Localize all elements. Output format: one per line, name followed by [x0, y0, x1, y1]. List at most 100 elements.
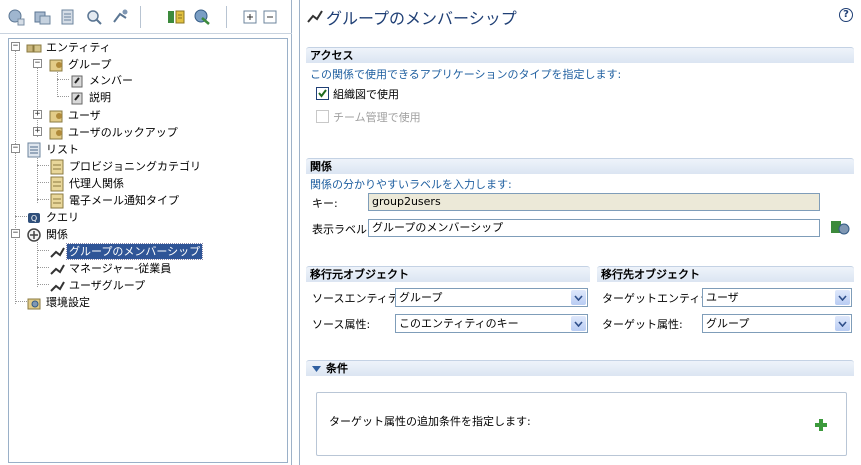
collapse-toggle[interactable]: − [11, 144, 20, 153]
translate-icon[interactable] [830, 219, 850, 237]
target-section-header: 移行先オブジェクト [597, 266, 854, 282]
tree-line [37, 165, 49, 166]
tree-line [37, 237, 38, 287]
tree-item-query[interactable]: クエリ [44, 210, 81, 225]
collapse-all-icon[interactable] [260, 7, 280, 27]
collapse-toggle[interactable]: − [11, 229, 20, 238]
tree-line [37, 153, 38, 203]
relation-icon [307, 10, 323, 23]
source-attribute-select[interactable]: このエンティティのキー [395, 314, 588, 333]
target-entity-value: ユーザ [706, 291, 739, 304]
tree-item-user[interactable]: ユーザ [66, 108, 103, 123]
org-chart-checkbox[interactable] [316, 87, 329, 100]
new-relation-icon[interactable] [110, 7, 130, 27]
new-query-icon[interactable] [84, 7, 104, 27]
navigation-tree[interactable]: − エンティティ − グループ メンバー 説明 + ユーザ + ユーザのルックア… [8, 38, 288, 463]
collapse-toggle[interactable]: − [11, 42, 20, 51]
tree-item-delegate-relation[interactable]: 代理人関係 [67, 176, 126, 191]
tree-item-user-group[interactable]: ユーザグループ [67, 278, 147, 293]
source-attribute-value: このエンティティのキー [399, 317, 519, 330]
relation-section-header: 関係 [306, 158, 854, 174]
relation-icon [50, 247, 65, 258]
entities-folder-icon [26, 44, 42, 53]
tree-line [15, 51, 16, 304]
list-item-icon [50, 159, 64, 175]
expand-toggle[interactable]: + [33, 110, 42, 119]
tree-line [37, 267, 49, 268]
toolbar-separator [140, 6, 141, 28]
tree-line [37, 199, 49, 200]
tree-item-environment-settings[interactable]: 環境設定 [44, 295, 92, 310]
tree-item-email-notification-type[interactable]: 電子メール通知タイプ [67, 193, 181, 208]
new-entity-icon[interactable] [6, 7, 26, 27]
team-management-checkbox[interactable] [316, 110, 329, 123]
triangle-down-icon[interactable] [312, 366, 321, 373]
target-attribute-select[interactable]: グループ [702, 314, 852, 333]
help-icon[interactable]: ? [839, 8, 853, 22]
chevron-down-icon[interactable] [571, 290, 586, 305]
add-condition-icon[interactable] [814, 418, 828, 432]
collapse-toggle[interactable]: − [33, 59, 42, 68]
new-list-icon[interactable] [58, 7, 78, 27]
tree-item-relations[interactable]: 関係 [44, 227, 70, 242]
relation-description: 関係の分かりやすいラベルを入力します: [310, 178, 512, 191]
source-section-header: 移行元オブジェクト [306, 266, 590, 282]
conditions-box: ターゲット属性の追加条件を指定します: [316, 392, 847, 456]
conditions-section-header[interactable]: 条件 [306, 360, 854, 376]
attribute-icon [71, 92, 83, 105]
conditions-title: 条件 [326, 362, 348, 375]
relations-icon [27, 228, 41, 242]
target-attribute-value: グループ [706, 317, 750, 330]
tree-item-group[interactable]: グループ [66, 57, 113, 72]
tree-item-group-membership[interactable]: グループのメンバーシップ [65, 243, 204, 260]
source-entity-value: グループ [399, 291, 443, 304]
detail-panel: グループのメンバーシップ ? アクセス この関係で使用できるアプリケーションのタ… [299, 0, 861, 465]
key-field: group2users [368, 193, 820, 211]
left-panel: − エンティティ − グループ メンバー 説明 + ユーザ + ユーザのルックア… [0, 0, 292, 465]
page-title: グループのメンバーシップ [326, 9, 517, 28]
chevron-down-icon[interactable] [835, 290, 850, 305]
access-section-header: アクセス [306, 47, 854, 63]
export-icon[interactable] [192, 7, 212, 27]
tree-item-provisioning-category[interactable]: プロビジョニングカテゴリ [67, 159, 203, 174]
source-entity-select[interactable]: グループ [395, 288, 588, 307]
org-chart-label[interactable]: 組織図で使用 [333, 86, 399, 102]
expand-toggle[interactable]: + [33, 127, 42, 136]
tree-item-member[interactable]: メンバー [87, 73, 135, 88]
tree-line [57, 79, 69, 80]
toolbar [0, 0, 292, 34]
user-lookup-entity-icon [49, 127, 63, 140]
chevron-down-icon[interactable] [571, 316, 586, 331]
new-group-icon[interactable] [32, 7, 52, 27]
target-entity-select[interactable]: ユーザ [702, 288, 852, 307]
display-label-input[interactable]: グループのメンバーシップ [368, 219, 820, 237]
tree-item-user-lookup[interactable]: ユーザのルックアップ [66, 125, 180, 140]
user-entity-icon [49, 110, 63, 123]
tree-item-lists[interactable]: リスト [44, 142, 81, 157]
display-label-label: 表示ラベル: [312, 223, 371, 236]
relation-icon [50, 281, 65, 292]
team-management-label: チーム管理で使用 [333, 111, 421, 124]
tree-item-description[interactable]: 説明 [87, 90, 113, 105]
toolbar-separator [226, 6, 227, 28]
group-entity-icon [49, 59, 63, 72]
query-icon: Q [28, 213, 40, 223]
tree-line [57, 96, 69, 97]
chevron-down-icon[interactable] [835, 316, 850, 331]
svg-text:Q: Q [31, 214, 37, 223]
list-icon [27, 142, 41, 158]
relation-icon [50, 264, 65, 275]
tree-line [37, 284, 49, 285]
import-icon[interactable] [166, 7, 186, 27]
list-item-icon [50, 193, 64, 209]
key-label: キー: [312, 197, 338, 210]
tree-item-manager-employee[interactable]: マネージャー-従業員 [67, 261, 173, 276]
expand-all-icon[interactable] [240, 7, 260, 27]
settings-icon [27, 298, 41, 310]
tree-line [37, 250, 49, 251]
list-item-icon [50, 176, 64, 192]
attribute-icon [71, 75, 83, 88]
tree-line [37, 182, 49, 183]
tree-item-entities[interactable]: エンティティ [44, 40, 113, 55]
target-attribute-label: ターゲット属性: [602, 318, 683, 331]
